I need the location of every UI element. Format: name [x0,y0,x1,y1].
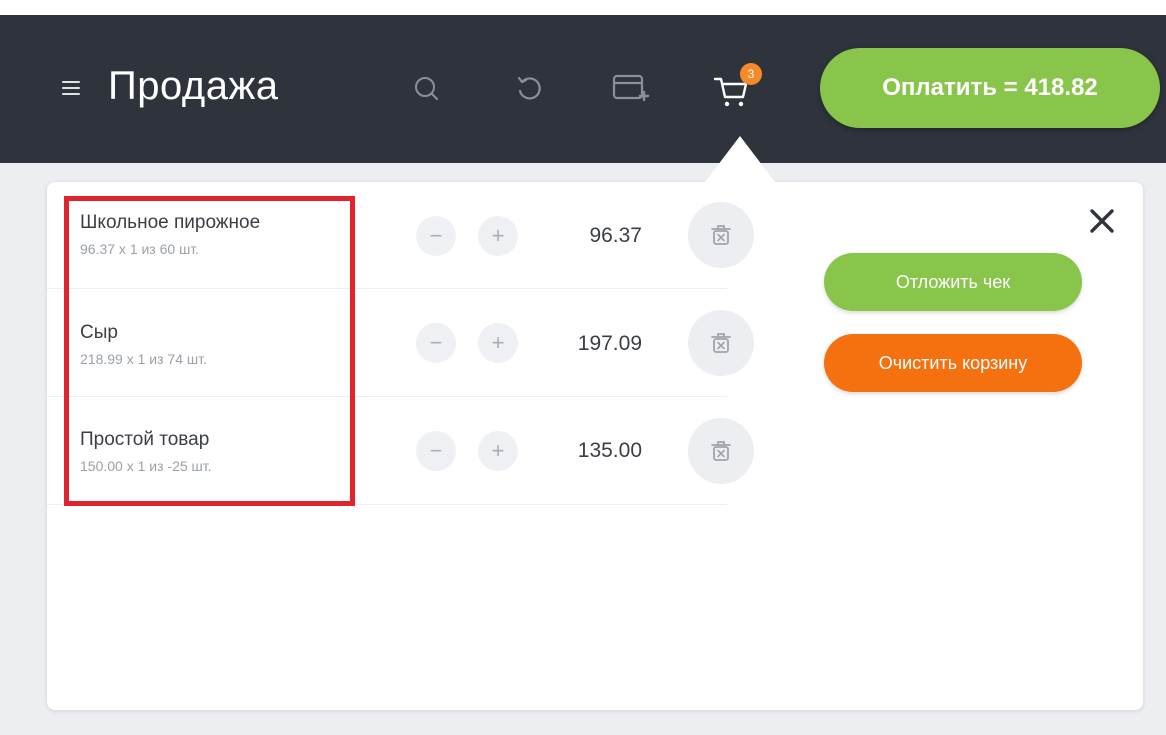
delete-item-button[interactable] [688,418,754,484]
trash-icon [711,441,731,461]
hamburger-icon[interactable] [60,75,86,103]
pay-button[interactable]: Оплатить = 418.82 [820,48,1160,128]
increase-button[interactable]: + [478,323,518,363]
top-strip [0,0,1166,15]
search-icon[interactable] [408,70,446,108]
trash-icon [711,333,731,353]
decrease-button[interactable]: − [416,216,456,256]
cart-item-total: 96.37 [589,224,642,247]
increase-button[interactable]: + [478,431,518,471]
decrease-button[interactable]: − [416,323,456,363]
cart-item-total: 135.00 [577,439,642,462]
undo-icon[interactable] [510,70,548,108]
card-add-icon[interactable] [612,70,650,108]
cart-item-total: 197.09 [577,332,642,355]
clear-cart-button[interactable]: Очистить корзину [824,334,1082,392]
cart-count-badge: 3 [740,63,762,85]
decrease-button[interactable]: − [416,431,456,471]
highlight-box [64,196,355,506]
close-icon[interactable] [1084,203,1120,239]
cart-panel-pointer [705,136,775,182]
delete-item-button[interactable] [688,202,754,268]
trash-icon [711,225,731,245]
postpone-receipt-button[interactable]: Отложить чек [824,253,1082,311]
delete-item-button[interactable] [688,310,754,376]
increase-button[interactable]: + [478,216,518,256]
page-title: Продажа [108,64,279,108]
